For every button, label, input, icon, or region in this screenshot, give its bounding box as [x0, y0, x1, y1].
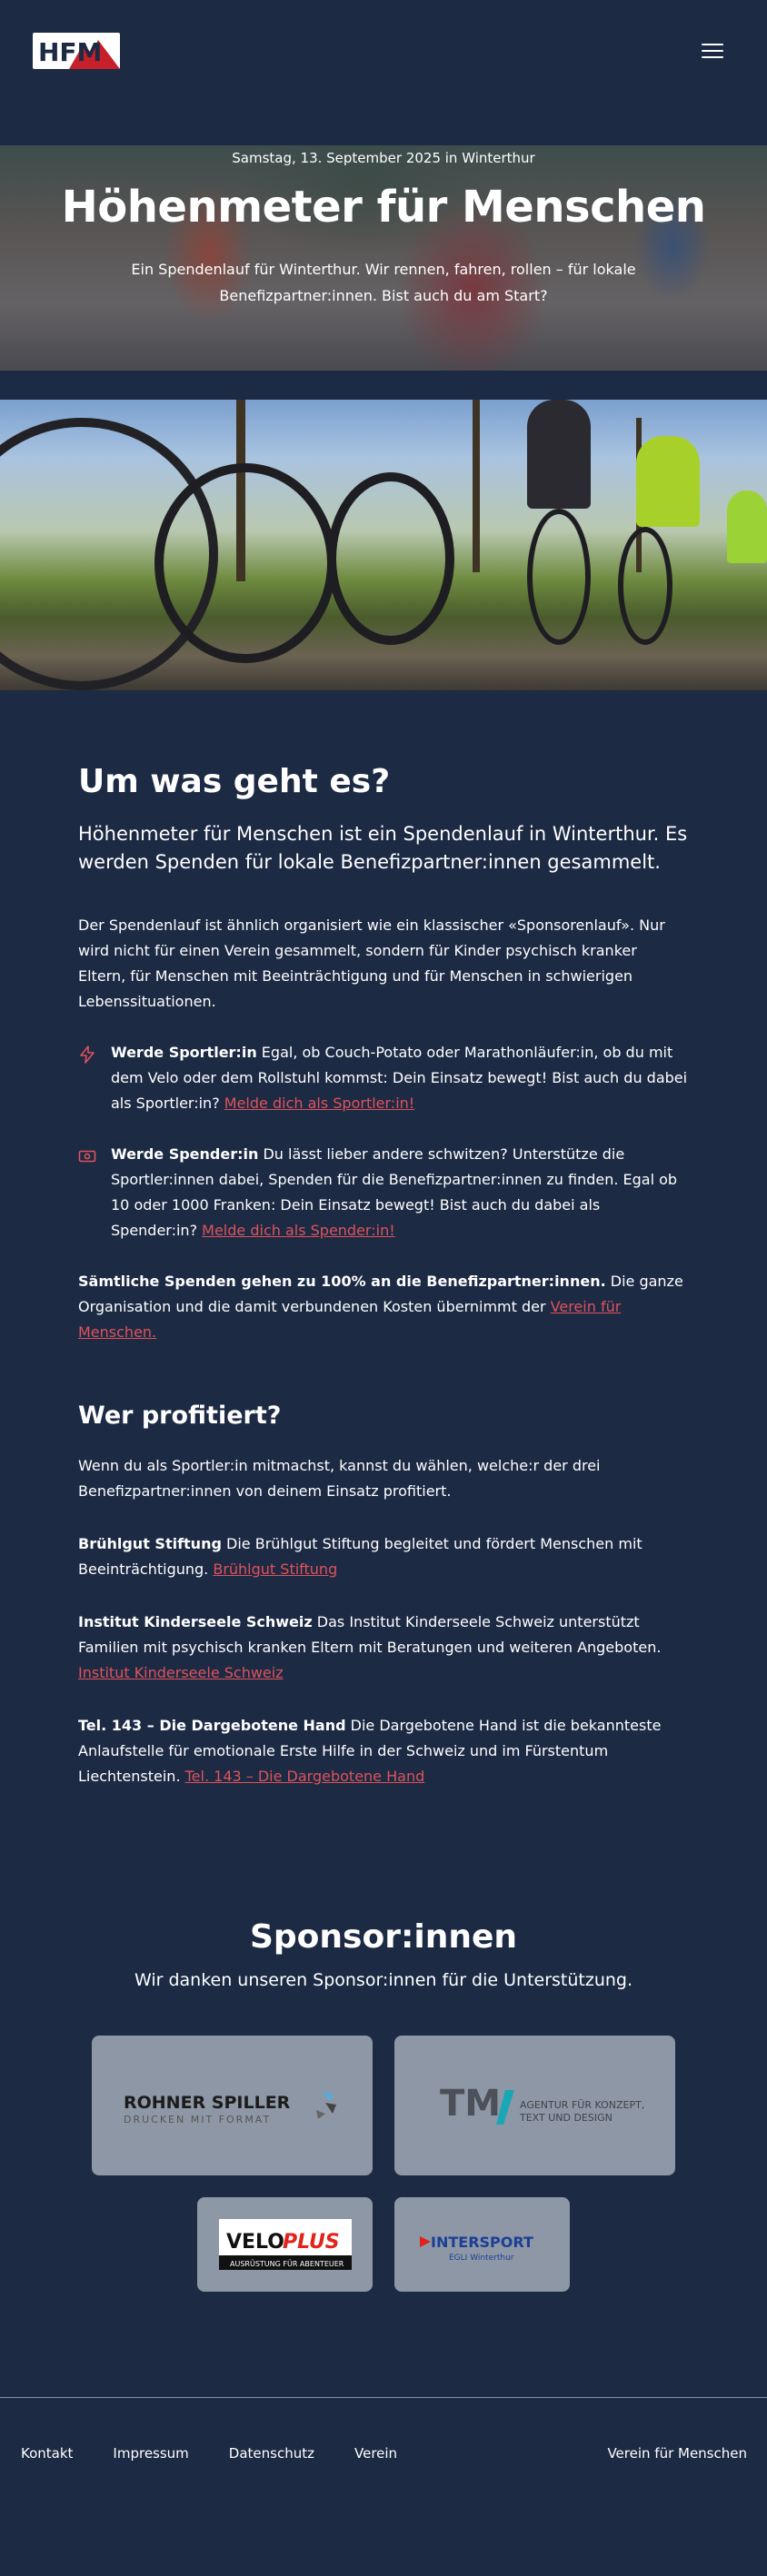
register-athlete-link[interactable]: Melde dich als Sportler:in! [224, 1095, 414, 1112]
svg-text:INTERSPORT: INTERSPORT [431, 2234, 533, 2251]
sponsors-section: Sponsor:innen Wir danken unseren Sponsor… [0, 1817, 767, 2292]
about-intro: Der Spendenlauf ist ähnlich organisiert … [78, 916, 665, 1010]
site-footer: Kontakt Impressum Datenschutz Verein Ver… [0, 2397, 767, 2497]
beneficiary-link-kinderseele[interactable]: Institut Kinderseele Schweiz [78, 1664, 284, 1681]
about-heading: Um was geht es? [78, 763, 391, 800]
beneficiary-link-bruehlgut[interactable]: Brühlgut Stiftung [213, 1560, 337, 1578]
svg-text:DRUCKEN MIT FORMAT: DRUCKEN MIT FORMAT [124, 2114, 271, 2125]
svg-text:HFM: HFM [38, 37, 102, 67]
feature-title: Werde Sportler:in [111, 1044, 257, 1061]
donation-note-bold: Sämtliche Spenden gehen zu 100% an die B… [78, 1273, 606, 1290]
lightning-icon [78, 1045, 96, 1064]
beneficiaries-intro: Wenn du als Sportler:in mitmachst, kanns… [78, 1457, 601, 1500]
footer-link-datenschutz[interactable]: Datenschutz [229, 2445, 314, 2462]
event-date: Samstag, 13. September 2025 in Winterthu… [232, 150, 535, 166]
hamburger-menu-icon[interactable] [702, 44, 723, 60]
sponsor-veloplus[interactable]: VELO PLUS AUSRÜSTUNG FÜR ABENTEUER [197, 2197, 373, 2292]
footer-link-verein[interactable]: Verein [354, 2445, 397, 2462]
sponsors-heading: Sponsor:innen [249, 1918, 517, 1956]
sponsor-tm-agentur[interactable]: TM AGENTUR FÜR KONZEPT, TEXT UND DESIGN [394, 2036, 675, 2175]
svg-text:PLUS: PLUS [283, 2231, 340, 2254]
beneficiary-link-143[interactable]: Tel. 143 – Die Dargebotene Hand [185, 1768, 425, 1785]
beneficiary-item: Brühlgut Stiftung Die Brühlgut Stiftung … [78, 1531, 689, 1582]
feature-title: Werde Spender:in [111, 1145, 259, 1163]
register-donor-link[interactable]: Melde dich als Spender:in! [202, 1222, 394, 1239]
beneficiary-name: Tel. 143 – Die Dargebotene Hand [78, 1717, 346, 1734]
main-content: Um was geht es? Höhenmeter für Menschen … [0, 690, 767, 1789]
beneficiary-name: Brühlgut Stiftung [78, 1535, 222, 1552]
site-header: HFM [0, 0, 767, 136]
svg-text:TM: TM [440, 2083, 501, 2125]
footer-link-verein-fuer-menschen[interactable]: Verein für Menschen [607, 2445, 747, 2462]
donation-note: Sämtliche Spenden gehen zu 100% an die B… [78, 1269, 689, 1345]
svg-text:TEXT UND DESIGN: TEXT UND DESIGN [519, 2112, 613, 2124]
beneficiary-name: Institut Kinderseele Schweiz [78, 1613, 313, 1630]
sponsors-subtitle: Wir danken unseren Sponsor:innen für die… [134, 1970, 633, 1990]
sponsor-intersport[interactable]: INTERSPORT EGLI Winterthur [394, 2197, 570, 2292]
about-lead: Höhenmeter für Menschen ist ein Spendenl… [78, 823, 688, 873]
svg-text:ROHNER SPILLER: ROHNER SPILLER [124, 2093, 291, 2113]
hero-subtitle: Ein Spendenlauf für Winterthur. Wir renn… [131, 261, 636, 304]
beneficiary-item: Tel. 143 – Die Dargebotene Hand Die Darg… [78, 1713, 689, 1789]
hero-banner: Samstag, 13. September 2025 in Winterthu… [0, 145, 767, 371]
beneficiaries-heading: Wer profitiert? [78, 1402, 282, 1430]
svg-text:EGLI Winterthur: EGLI Winterthur [449, 2254, 514, 2263]
svg-text:AUSRÜSTUNG FÜR ABENTEUER: AUSRÜSTUNG FÜR ABENTEUER [230, 2259, 344, 2268]
svg-text:VELO: VELO [226, 2231, 284, 2254]
footer-link-kontakt[interactable]: Kontakt [21, 2445, 73, 2462]
svg-text:AGENTUR FÜR KONZEPT,: AGENTUR FÜR KONZEPT, [520, 2099, 644, 2111]
cyclists-photo [0, 400, 767, 690]
money-icon [78, 1147, 96, 1165]
site-logo[interactable]: HFM [33, 31, 120, 71]
beneficiary-item: Institut Kinderseele Schweiz Das Institu… [78, 1610, 689, 1686]
sponsor-rohner-spiller[interactable]: ROHNER SPILLER DRUCKEN MIT FORMAT [92, 2036, 373, 2175]
feature-athlete: Werde Sportler:in Egal, ob Couch-Potato … [78, 1040, 689, 1116]
footer-nav: Kontakt Impressum Datenschutz Verein [21, 2445, 397, 2462]
page-title: Höhenmeter für Menschen [61, 182, 706, 233]
feature-donor: Werde Spender:in Du lässt lieber andere … [78, 1142, 689, 1243]
footer-link-impressum[interactable]: Impressum [113, 2445, 188, 2462]
